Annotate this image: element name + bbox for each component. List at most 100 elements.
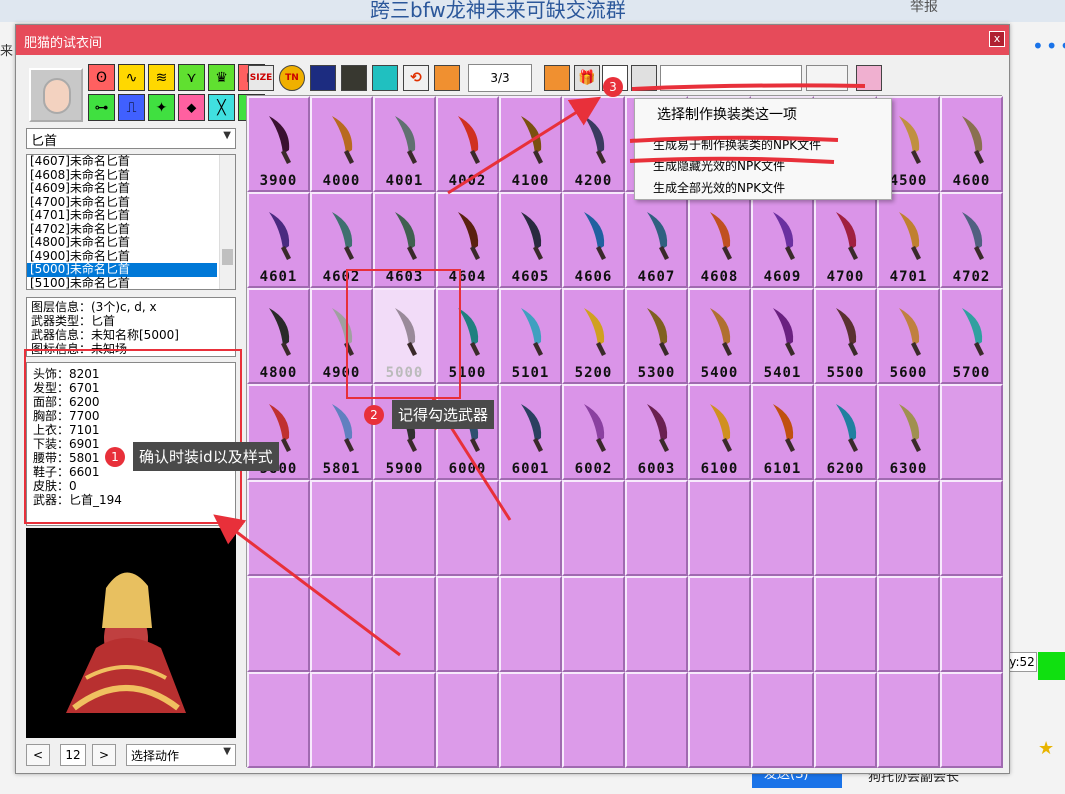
empty-cell[interactable]	[751, 672, 814, 768]
hair-icon[interactable]: ∿	[118, 64, 145, 91]
weapon-list[interactable]: [4607]未命名匕首 [4608]未命名匕首 [4609]未命名匕首 [4700]未…	[26, 154, 236, 290]
wings-icon[interactable]: ♛	[208, 64, 235, 91]
weapon-cell-5801[interactable]: 5801	[310, 384, 373, 480]
tn-icon[interactable]: TN	[279, 65, 305, 91]
weapon-type-select[interactable]: 匕首 ▼	[26, 128, 236, 149]
empty-cell[interactable]	[940, 576, 1003, 672]
search-field[interactable]	[660, 65, 802, 91]
weapon-cell-4702[interactable]: 4702	[940, 192, 1003, 288]
weapon-cell-5200[interactable]: 5200	[562, 288, 625, 384]
weapon-cell-5100[interactable]: 5100	[436, 288, 499, 384]
menu-item-header[interactable]: 选择制作换装类这一项	[657, 104, 797, 124]
weapon-cell-4607[interactable]: 4607	[625, 192, 688, 288]
gift-icon[interactable]: 🎁	[574, 65, 600, 91]
weapon-cell-4604[interactable]: 4604	[436, 192, 499, 288]
empty-cell[interactable]	[310, 480, 373, 576]
weapon-cell-4603[interactable]: 4603	[373, 192, 436, 288]
skin-icon[interactable]: ⬥	[178, 94, 205, 121]
weapon-cell-6000[interactable]: 6000	[436, 384, 499, 480]
empty-cell[interactable]	[247, 672, 310, 768]
empty-cell[interactable]	[373, 576, 436, 672]
menu-item-npk-all[interactable]: 生成全部光效的NPK文件	[653, 179, 785, 196]
empty-cell[interactable]	[310, 576, 373, 672]
star-icon[interactable]: ★	[1038, 738, 1054, 759]
menu-item-npk-hide[interactable]: 生成隐藏光效的NPK文件	[653, 157, 785, 174]
empty-cell[interactable]	[499, 480, 562, 576]
empty-cell[interactable]	[436, 672, 499, 768]
empty-cell[interactable]	[877, 576, 940, 672]
go-button[interactable]	[806, 65, 848, 91]
avatar[interactable]	[29, 68, 83, 122]
weapon-cell-5700[interactable]: 5700	[940, 288, 1003, 384]
refresh-icon[interactable]: ⟲	[403, 65, 429, 91]
weapon-cell-4900[interactable]: 4900	[310, 288, 373, 384]
weapon-cell-4002[interactable]: 4002	[436, 96, 499, 192]
close-button[interactable]: x	[989, 31, 1005, 47]
export-icon[interactable]	[544, 65, 570, 91]
empty-cell[interactable]	[436, 480, 499, 576]
face-icon[interactable]: ≋	[148, 64, 175, 91]
empty-cell[interactable]	[625, 480, 688, 576]
list-item[interactable]: [4609]未命名匕首	[27, 181, 217, 196]
empty-cell[interactable]	[751, 576, 814, 672]
weapon-cell-5000[interactable]: 5000	[373, 288, 436, 384]
list-item[interactable]: [5000]未命名匕首	[27, 262, 217, 277]
page-field[interactable]: 3/3	[468, 64, 532, 92]
weapon-cell-4001[interactable]: 4001	[373, 96, 436, 192]
scrollbar-thumb[interactable]	[222, 249, 233, 265]
empty-cell[interactable]	[310, 672, 373, 768]
empty-cell[interactable]	[814, 480, 877, 576]
next-button[interactable]: >	[92, 744, 116, 766]
weapon-cell-4200[interactable]: 4200	[562, 96, 625, 192]
weapon-cell-4601[interactable]: 4601	[247, 192, 310, 288]
weapon-cell-4100[interactable]: 4100	[499, 96, 562, 192]
empty-cell[interactable]	[499, 672, 562, 768]
weapon-cell-6200[interactable]: 6200	[814, 384, 877, 480]
empty-cell[interactable]	[373, 480, 436, 576]
weapon-icon[interactable]: ╳	[208, 94, 235, 121]
weapon-cell-4609[interactable]: 4609	[751, 192, 814, 288]
empty-cell[interactable]	[940, 480, 1003, 576]
weapon-cell-5900[interactable]: 5900	[373, 384, 436, 480]
weapon-cell-5600[interactable]: 5600	[877, 288, 940, 384]
weapon-cell-4602[interactable]: 4602	[310, 192, 373, 288]
empty-cell[interactable]	[688, 576, 751, 672]
empty-cell[interactable]	[562, 480, 625, 576]
weapon-cell-6101[interactable]: 6101	[751, 384, 814, 480]
shirt-icon[interactable]	[372, 65, 398, 91]
window-titlebar[interactable]: 肥猫的试衣间 x	[16, 25, 1009, 55]
weapon-cell-4000[interactable]: 4000	[310, 96, 373, 192]
weapon-cell-6300[interactable]: 6300	[877, 384, 940, 480]
list-item[interactable]: [4608]未命名匕首	[27, 168, 217, 183]
weapon-cell-6001[interactable]: 6001	[499, 384, 562, 480]
page-number[interactable]: 12	[60, 744, 86, 766]
weapon-cell-4608[interactable]: 4608	[688, 192, 751, 288]
empty-cell[interactable]	[562, 576, 625, 672]
empty-cell[interactable]	[814, 576, 877, 672]
mask-icon[interactable]: ⋎	[178, 64, 205, 91]
weapon-cell-6100[interactable]: 6100	[688, 384, 751, 480]
weapon-cell-4605[interactable]: 4605	[499, 192, 562, 288]
empty-cell[interactable]	[625, 672, 688, 768]
weapon-cell-6003[interactable]: 6003	[625, 384, 688, 480]
weapon-cell-4800[interactable]: 4800	[247, 288, 310, 384]
weapon-cell-4600[interactable]: 4600	[940, 96, 1003, 192]
size-icon[interactable]: SIZE	[248, 65, 274, 91]
empty-cell[interactable]	[877, 480, 940, 576]
forward-icon[interactable]	[856, 65, 882, 91]
empty-cell[interactable]	[688, 480, 751, 576]
empty-cell[interactable]	[814, 672, 877, 768]
empty-cell[interactable]	[373, 672, 436, 768]
empty-cell[interactable]	[751, 480, 814, 576]
weapon-cell-5400[interactable]: 5400	[688, 288, 751, 384]
weapon-cell-4700[interactable]: 4700	[814, 192, 877, 288]
pants-icon[interactable]: ⊶	[88, 94, 115, 121]
empty-cell[interactable]	[625, 576, 688, 672]
weapon-cell-5101[interactable]: 5101	[499, 288, 562, 384]
action-select[interactable]: 选择动作 ▼	[126, 744, 236, 766]
list-item[interactable]: [4702]未命名匕首	[27, 222, 217, 237]
weapon-cell-5300[interactable]: 5300	[625, 288, 688, 384]
more-icon[interactable]: •••	[1032, 34, 1065, 58]
list-item[interactable]: [4607]未命名匕首	[27, 155, 217, 169]
book-icon[interactable]	[310, 65, 336, 91]
